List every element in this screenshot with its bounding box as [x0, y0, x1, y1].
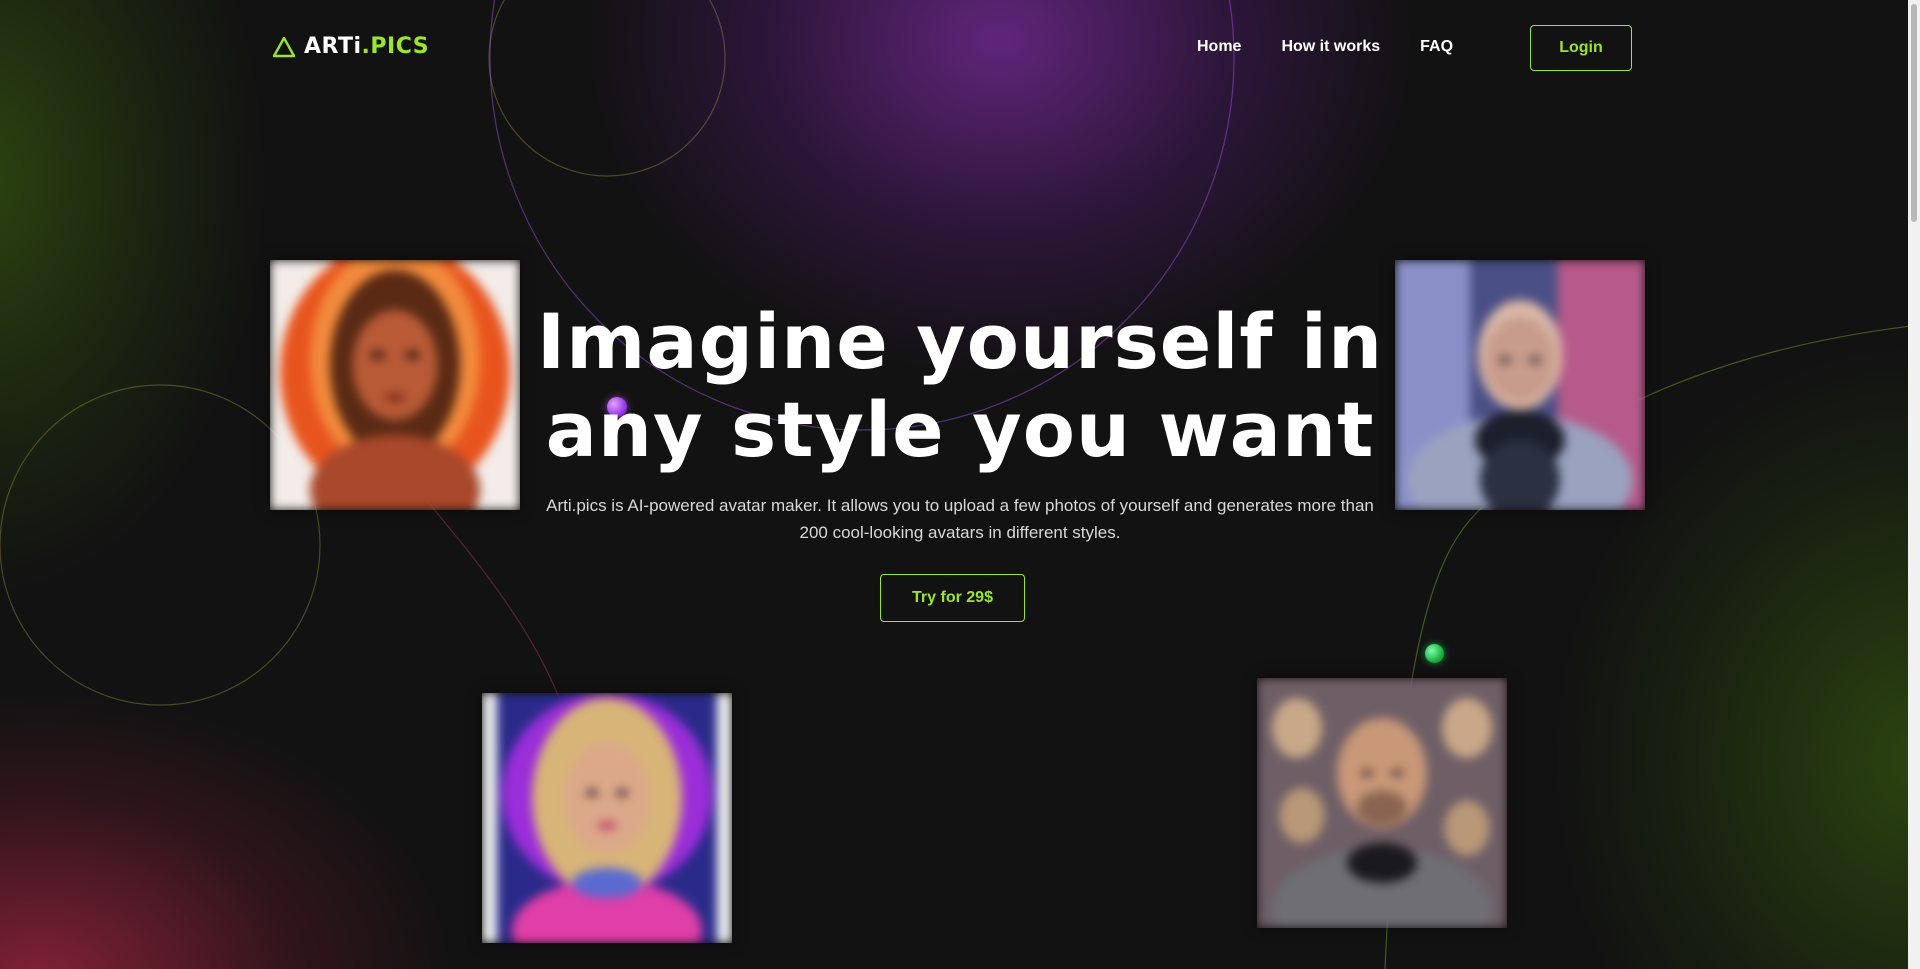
- nav-how-it-works[interactable]: How it works: [1281, 38, 1380, 56]
- hero-title: Imagine yourself in any style you want: [460, 298, 1460, 474]
- green-orb: [1425, 644, 1444, 663]
- hero-description: Arti.pics is AI-powered avatar maker. It…: [546, 496, 1374, 542]
- page-scrollbar[interactable]: [1908, 0, 1920, 969]
- main-nav: Home How it works FAQ: [1197, 38, 1453, 56]
- logo-link[interactable]: ARTi.PICS: [272, 34, 429, 59]
- bald-man-avatar: [1257, 678, 1507, 928]
- nav-home[interactable]: Home: [1197, 38, 1241, 56]
- neon-woman-avatar: [482, 693, 732, 943]
- hero-title-line1: Imagine yourself in: [536, 297, 1384, 386]
- logo-prefix: ARTi: [304, 34, 362, 59]
- logo-text: ARTi.PICS: [304, 34, 429, 59]
- login-button[interactable]: Login: [1530, 25, 1632, 71]
- hero-title-line2: any style you want: [545, 385, 1375, 474]
- triangle-logo-icon: [272, 36, 296, 57]
- site-header: ARTi.PICS Home How it works FAQ Login: [0, 0, 1908, 100]
- nav-faq[interactable]: FAQ: [1420, 38, 1453, 56]
- logo-suffix: .PICS: [361, 34, 430, 59]
- try-cta-button[interactable]: Try for 29$: [880, 574, 1025, 622]
- scrollbar-thumb[interactable]: [1911, 4, 1917, 222]
- landing-page: ARTi.PICS Home How it works FAQ Login Im…: [0, 0, 1920, 969]
